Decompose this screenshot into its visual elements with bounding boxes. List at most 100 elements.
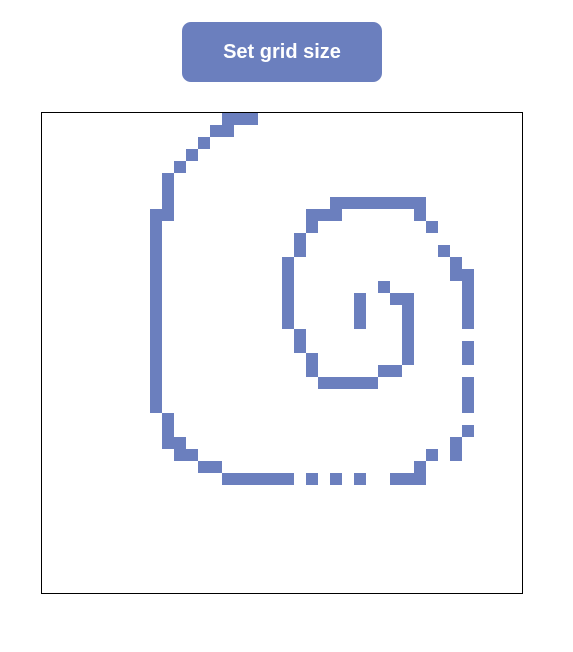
grid-cell-filled[interactable] xyxy=(390,293,402,305)
grid-cell-filled[interactable] xyxy=(390,197,402,209)
grid-cell-filled[interactable] xyxy=(318,209,330,221)
grid-cell-filled[interactable] xyxy=(354,317,366,329)
grid-cell-filled[interactable] xyxy=(390,473,402,485)
grid-cell-filled[interactable] xyxy=(198,137,210,149)
grid-cell-filled[interactable] xyxy=(462,401,474,413)
grid-cell-filled[interactable] xyxy=(414,473,426,485)
grid-cell-filled[interactable] xyxy=(150,209,162,221)
grid-cell-filled[interactable] xyxy=(246,113,258,125)
grid-cell-filled[interactable] xyxy=(462,269,474,281)
grid-cell-filled[interactable] xyxy=(438,245,450,257)
grid-cell-filled[interactable] xyxy=(282,305,294,317)
grid-cell-filled[interactable] xyxy=(150,221,162,233)
grid-cell-filled[interactable] xyxy=(462,389,474,401)
grid-cell-filled[interactable] xyxy=(426,449,438,461)
grid-cell-filled[interactable] xyxy=(162,413,174,425)
grid-cell-filled[interactable] xyxy=(462,377,474,389)
grid-cell-filled[interactable] xyxy=(462,353,474,365)
grid-cell-filled[interactable] xyxy=(150,401,162,413)
grid-cell-filled[interactable] xyxy=(222,473,234,485)
grid-cell-filled[interactable] xyxy=(450,437,462,449)
grid-cell-filled[interactable] xyxy=(318,377,330,389)
grid-cell-filled[interactable] xyxy=(186,449,198,461)
grid-cell-filled[interactable] xyxy=(150,233,162,245)
grid-cell-filled[interactable] xyxy=(294,245,306,257)
grid-cell-filled[interactable] xyxy=(222,125,234,137)
grid-cell-filled[interactable] xyxy=(270,473,282,485)
grid-cell-filled[interactable] xyxy=(330,377,342,389)
grid-cell-filled[interactable] xyxy=(354,293,366,305)
grid-cell-filled[interactable] xyxy=(150,389,162,401)
grid-cell-filled[interactable] xyxy=(402,197,414,209)
grid-cell-filled[interactable] xyxy=(330,473,342,485)
grid-cell-filled[interactable] xyxy=(162,197,174,209)
grid-cell-filled[interactable] xyxy=(150,281,162,293)
grid-cell-filled[interactable] xyxy=(366,197,378,209)
grid-cell-filled[interactable] xyxy=(354,377,366,389)
grid-cell-filled[interactable] xyxy=(378,365,390,377)
grid-cell-filled[interactable] xyxy=(306,353,318,365)
grid-cell-filled[interactable] xyxy=(402,341,414,353)
grid-cell-filled[interactable] xyxy=(342,197,354,209)
grid-canvas[interactable] xyxy=(42,113,522,593)
grid-cell-filled[interactable] xyxy=(282,257,294,269)
grid-cell-filled[interactable] xyxy=(150,329,162,341)
grid-cell-filled[interactable] xyxy=(282,293,294,305)
grid-cell-filled[interactable] xyxy=(282,281,294,293)
grid-cell-filled[interactable] xyxy=(426,221,438,233)
grid-cell-filled[interactable] xyxy=(402,317,414,329)
grid-cell-filled[interactable] xyxy=(306,221,318,233)
grid-cell-filled[interactable] xyxy=(354,197,366,209)
grid-cell-filled[interactable] xyxy=(162,425,174,437)
grid-cell-filled[interactable] xyxy=(162,437,174,449)
grid-cell-filled[interactable] xyxy=(414,209,426,221)
grid-cell-filled[interactable] xyxy=(462,341,474,353)
grid-cell-filled[interactable] xyxy=(210,125,222,137)
grid-cell-filled[interactable] xyxy=(150,377,162,389)
grid-cell-filled[interactable] xyxy=(150,293,162,305)
grid-cell-filled[interactable] xyxy=(282,317,294,329)
grid-cell-filled[interactable] xyxy=(282,473,294,485)
grid-cell-filled[interactable] xyxy=(306,365,318,377)
grid-cell-filled[interactable] xyxy=(174,437,186,449)
grid-cell-filled[interactable] xyxy=(150,365,162,377)
grid-cell-filled[interactable] xyxy=(234,473,246,485)
grid-cell-filled[interactable] xyxy=(450,257,462,269)
grid-cell-filled[interactable] xyxy=(402,473,414,485)
grid-cell-filled[interactable] xyxy=(402,329,414,341)
grid-cell-filled[interactable] xyxy=(450,269,462,281)
grid-cell-filled[interactable] xyxy=(354,305,366,317)
grid-cell-filled[interactable] xyxy=(162,173,174,185)
grid-cell-filled[interactable] xyxy=(462,425,474,437)
grid-cell-filled[interactable] xyxy=(294,233,306,245)
grid-cell-filled[interactable] xyxy=(378,197,390,209)
grid-cell-filled[interactable] xyxy=(330,209,342,221)
grid-cell-filled[interactable] xyxy=(390,365,402,377)
grid-cell-filled[interactable] xyxy=(342,377,354,389)
grid-cell-filled[interactable] xyxy=(162,185,174,197)
grid-cell-filled[interactable] xyxy=(174,161,186,173)
grid-cell-filled[interactable] xyxy=(306,209,318,221)
grid-cell-filled[interactable] xyxy=(366,377,378,389)
grid-cell-filled[interactable] xyxy=(150,245,162,257)
grid-cell-filled[interactable] xyxy=(306,473,318,485)
grid-cell-filled[interactable] xyxy=(198,461,210,473)
grid-cell-filled[interactable] xyxy=(186,149,198,161)
grid-cell-filled[interactable] xyxy=(462,305,474,317)
grid-cell-filled[interactable] xyxy=(402,293,414,305)
grid-cell-filled[interactable] xyxy=(246,473,258,485)
grid-cell-filled[interactable] xyxy=(402,305,414,317)
grid-cell-filled[interactable] xyxy=(282,269,294,281)
grid-cell-filled[interactable] xyxy=(150,269,162,281)
grid-cell-filled[interactable] xyxy=(150,341,162,353)
grid-cell-filled[interactable] xyxy=(150,353,162,365)
grid-cell-filled[interactable] xyxy=(414,461,426,473)
grid-cell-filled[interactable] xyxy=(162,209,174,221)
grid-cell-filled[interactable] xyxy=(258,473,270,485)
grid-cell-filled[interactable] xyxy=(462,293,474,305)
grid-cell-filled[interactable] xyxy=(414,197,426,209)
grid-cell-filled[interactable] xyxy=(234,113,246,125)
grid-cell-filled[interactable] xyxy=(150,317,162,329)
grid-cell-filled[interactable] xyxy=(462,281,474,293)
grid-cell-filled[interactable] xyxy=(222,113,234,125)
